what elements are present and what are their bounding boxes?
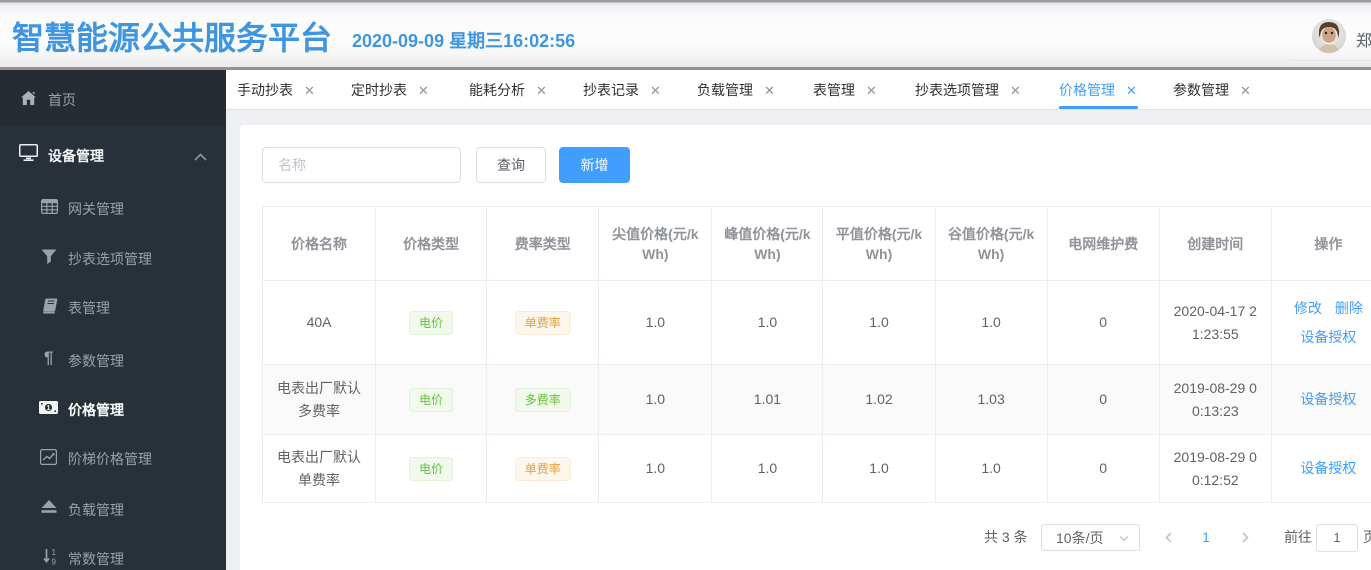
svg-text:9: 9 xyxy=(52,558,57,566)
svg-text:1: 1 xyxy=(47,405,51,412)
svg-text:1: 1 xyxy=(52,548,57,557)
